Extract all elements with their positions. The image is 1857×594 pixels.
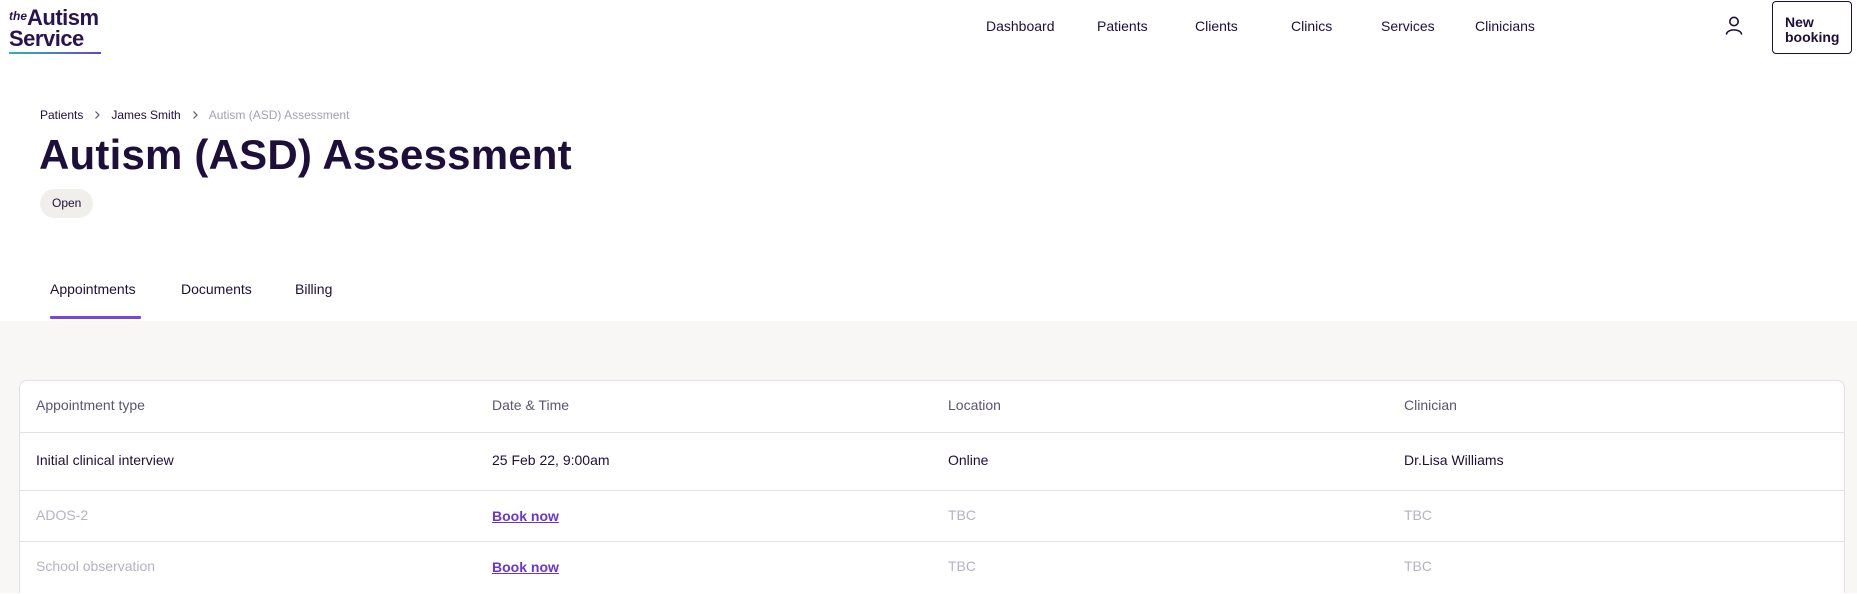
appointments-table: Appointment type Date & Time Location Cl… — [19, 380, 1845, 593]
tab-billing[interactable]: Billing — [295, 281, 332, 297]
chevron-right-icon — [95, 111, 101, 119]
column-header-type: Appointment type — [36, 397, 145, 413]
logo-underline — [9, 52, 101, 54]
breadcrumb-current: Autism (ASD) Assessment — [208, 108, 350, 122]
chevron-right-icon — [192, 111, 198, 119]
nav-dashboard[interactable]: Dashboard — [986, 18, 1055, 34]
tab-appointments[interactable]: Appointments — [50, 281, 136, 297]
table-header-row: Appointment type Date & Time Location Cl… — [20, 381, 1844, 433]
logo-line-2: Service — [9, 26, 84, 51]
appointment-clinician: TBC — [1404, 558, 1432, 574]
new-booking-button[interactable]: New booking — [1772, 1, 1852, 54]
table-row[interactable]: Initial clinical interview 25 Feb 22, 9:… — [20, 432, 1844, 491]
new-booking-line-1: New — [1785, 14, 1814, 30]
active-tab-indicator — [50, 316, 141, 319]
appointment-clinician: TBC — [1404, 507, 1432, 523]
nav-clinics[interactable]: Clinics — [1291, 18, 1332, 34]
tab-documents[interactable]: Documents — [181, 281, 252, 297]
new-booking-line-2: booking — [1785, 29, 1840, 45]
status-badge: Open — [40, 189, 94, 218]
nav-clinicians[interactable]: Clinicians — [1475, 18, 1535, 34]
table-row: ADOS-2 Book now TBC TBC — [20, 491, 1844, 542]
column-header-datetime: Date & Time — [492, 397, 570, 413]
top-header: the Autism Service Dashboard Patients Cl… — [0, 0, 1857, 60]
appointment-location: TBC — [948, 558, 976, 574]
column-header-clinician: Clinician — [1404, 397, 1457, 413]
table-row: School observation Book now TBC TBC — [20, 542, 1844, 594]
book-now-link[interactable]: Book now — [492, 559, 559, 575]
nav-clients[interactable]: Clients — [1195, 18, 1238, 34]
breadcrumb-patient-name[interactable]: James Smith — [111, 108, 180, 122]
appointment-type: ADOS-2 — [36, 507, 89, 523]
appointment-clinician: Dr.Lisa Williams — [1404, 452, 1504, 468]
column-header-location: Location — [948, 397, 1001, 413]
nav-services[interactable]: Services — [1381, 18, 1435, 34]
logo-prefix: the — [9, 9, 27, 23]
page-title: Autism (ASD) Assessment — [39, 131, 572, 178]
breadcrumb: Patients James Smith Autism (ASD) Assess… — [40, 108, 349, 122]
appointment-type: Initial clinical interview — [36, 452, 174, 468]
user-icon[interactable] — [1723, 14, 1745, 36]
nav-patients[interactable]: Patients — [1097, 18, 1148, 34]
appointment-location: TBC — [948, 507, 976, 523]
appointment-location: Online — [948, 452, 989, 468]
autism-service-logo[interactable]: the Autism Service — [9, 5, 101, 54]
appointment-datetime: 25 Feb 22, 9:00am — [492, 452, 610, 468]
appointment-type: School observation — [36, 558, 156, 574]
breadcrumb-patients[interactable]: Patients — [40, 108, 83, 122]
book-now-link[interactable]: Book now — [492, 508, 559, 524]
